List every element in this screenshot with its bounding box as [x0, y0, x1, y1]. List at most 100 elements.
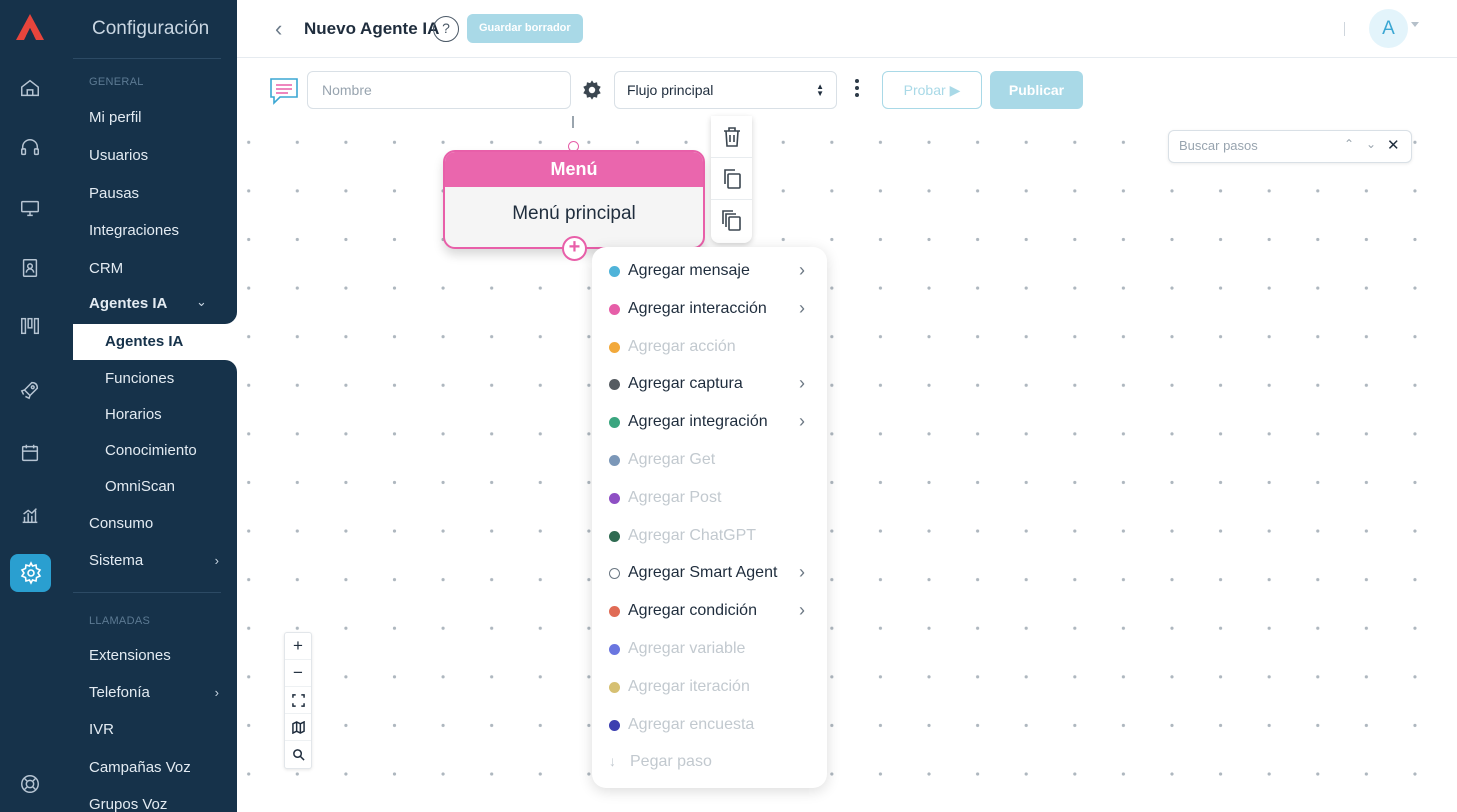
menu-item-label: Agregar encuesta — [628, 716, 755, 733]
zoom-in-icon[interactable]: + — [285, 633, 311, 660]
hollow-dot-icon — [609, 568, 620, 579]
chevron-right-icon: › — [214, 685, 219, 700]
headset-icon[interactable] — [15, 133, 45, 163]
flow-canvas[interactable] — [237, 116, 1457, 812]
back-chevron-icon[interactable]: ‹ — [275, 16, 282, 42]
save-draft-button[interactable]: Guardar borrador — [467, 14, 583, 43]
flow-select[interactable]: Flujo principal ▲ ▼ — [614, 71, 837, 109]
sidebar-item-horarios[interactable]: Horarios — [105, 404, 235, 426]
flow-select-value: Flujo principal — [627, 82, 714, 98]
color-dot-icon — [609, 266, 620, 277]
fit-view-icon[interactable] — [285, 687, 311, 714]
sidebar-item-crm[interactable]: CRM — [89, 258, 219, 280]
search-icon[interactable] — [285, 741, 311, 768]
duplicate-node-button[interactable] — [711, 158, 752, 200]
sidebar-item-ivr[interactable]: IVR — [89, 719, 219, 741]
analytics-chart-icon[interactable] — [15, 500, 45, 530]
color-dot-icon — [609, 455, 620, 466]
duplicate-branch-button[interactable] — [711, 200, 752, 242]
trash-icon — [723, 126, 740, 147]
settings-gear-icon[interactable] — [10, 554, 51, 592]
copy-multiple-icon — [721, 210, 741, 231]
test-button[interactable]: Probar ▶ — [882, 71, 982, 109]
sidebar-item-funciones[interactable]: Funciones — [60, 360, 237, 397]
page-title: Nuevo Agente IA — [304, 19, 440, 38]
sidebar-item-telefonia[interactable]: Telefonía › — [89, 682, 219, 704]
sidebar-item-consumo[interactable]: Consumo — [89, 513, 219, 535]
sidebar-item-integraciones[interactable]: Integraciones — [89, 220, 219, 242]
close-icon[interactable]: ✕ — [1387, 136, 1400, 154]
sidebar-item-label: Agentes IA — [105, 333, 184, 350]
minimap-icon[interactable] — [285, 714, 311, 741]
support-lifebuoy-icon[interactable] — [15, 769, 45, 799]
sidebar-item-mi-perfil[interactable]: Mi perfil — [89, 107, 219, 129]
caret-down-icon[interactable] — [1411, 22, 1419, 27]
agent-name-input[interactable] — [307, 71, 571, 109]
color-dot-icon — [609, 644, 620, 655]
sidebar-item-pausas[interactable]: Pausas — [89, 183, 219, 205]
sidebar-group-agentes-ia[interactable]: Agentes IA ⌄ — [60, 288, 237, 324]
chevron-right-icon: › — [799, 411, 805, 431]
color-dot-icon — [609, 682, 620, 693]
delete-node-button[interactable] — [711, 116, 752, 158]
color-dot-icon — [609, 606, 620, 617]
menu-item-agregar-integracion[interactable]: Agregar integración › — [592, 407, 827, 437]
sidebar-item-usuarios[interactable]: Usuarios — [89, 145, 219, 167]
home-icon[interactable] — [15, 73, 45, 103]
color-dot-icon — [609, 342, 620, 353]
color-dot-icon — [609, 493, 620, 504]
calendar-icon[interactable] — [15, 438, 45, 468]
chevron-right-icon: › — [799, 373, 805, 393]
monitor-icon[interactable] — [15, 193, 45, 223]
menu-item-agregar-mensaje[interactable]: Agregar mensaje › — [592, 256, 827, 286]
settings-sidebar: Configuración GENERAL Mi perfil Usuarios… — [60, 0, 237, 812]
node-header: Menú — [445, 152, 703, 187]
color-dot-icon — [609, 531, 620, 542]
menu-item-label: Agregar Post — [628, 489, 722, 506]
rocket-icon[interactable] — [15, 375, 45, 405]
divider — [1344, 22, 1345, 36]
sidebar-item-campanas-voz[interactable]: Campañas Voz — [89, 757, 219, 779]
menu-item-agregar-variable: Agregar variable — [592, 634, 827, 664]
paste-arrow-down-icon: ↓ — [609, 753, 616, 769]
divider — [73, 592, 221, 593]
publish-button[interactable]: Publicar — [990, 71, 1083, 109]
menu-item-agregar-smart-agent[interactable]: Agregar Smart Agent › — [592, 558, 827, 588]
help-icon[interactable]: ? — [433, 16, 459, 42]
chevron-right-icon: › — [799, 600, 805, 620]
menu-item-pegar-paso: ↓ Pegar paso — [592, 747, 827, 777]
copy-icon — [723, 168, 741, 189]
sidebar-item-sistema[interactable]: Sistema › — [89, 550, 219, 572]
more-options-icon[interactable] — [852, 79, 862, 101]
search-steps-input[interactable] — [1179, 138, 1339, 153]
kanban-icon[interactable] — [15, 311, 45, 341]
menu-item-label: Agregar interacción — [628, 300, 767, 317]
test-button-label: Probar — [903, 82, 946, 98]
contacts-book-icon[interactable] — [15, 253, 45, 283]
sidebar-item-grupos-voz[interactable]: Grupos Voz — [89, 794, 219, 812]
chevron-right-icon: › — [799, 260, 805, 280]
menu-item-label: Agregar Smart Agent — [628, 564, 778, 581]
menu-item-agregar-condicion[interactable]: Agregar condición › — [592, 596, 827, 626]
sidebar-item-conocimiento[interactable]: Conocimiento — [105, 440, 235, 462]
menu-item-agregar-interaccion[interactable]: Agregar interacción › — [592, 294, 827, 324]
color-dot-icon — [609, 417, 620, 428]
node-toolbar — [711, 116, 752, 243]
user-avatar[interactable]: A — [1369, 9, 1408, 48]
sidebar-item-agentes-ia-active[interactable]: Agentes IA — [73, 324, 237, 360]
menu-item-agregar-captura[interactable]: Agregar captura › — [592, 369, 827, 399]
zoom-out-icon[interactable]: − — [285, 660, 311, 687]
divider — [73, 58, 221, 59]
sidebar-group-label: Agentes IA — [89, 295, 168, 312]
flow-settings-gear-icon[interactable] — [581, 79, 603, 101]
flow-node-menu[interactable]: Menú Menú principal + — [443, 150, 705, 261]
sidebar-item-omniscan[interactable]: OmniScan — [105, 476, 235, 498]
add-step-plus-icon[interactable]: + — [562, 236, 587, 261]
section-general-label: GENERAL — [89, 76, 144, 88]
chevron-down-icon[interactable]: ⌄ — [1366, 137, 1376, 151]
zoom-controls: + − — [284, 632, 312, 769]
menu-item-agregar-encuesta: Agregar encuesta — [592, 710, 827, 740]
sidebar-item-extensiones[interactable]: Extensiones — [89, 645, 219, 667]
chevron-up-icon[interactable]: ⌃ — [1344, 137, 1354, 151]
select-arrows-icon: ▲ ▼ — [816, 82, 824, 98]
